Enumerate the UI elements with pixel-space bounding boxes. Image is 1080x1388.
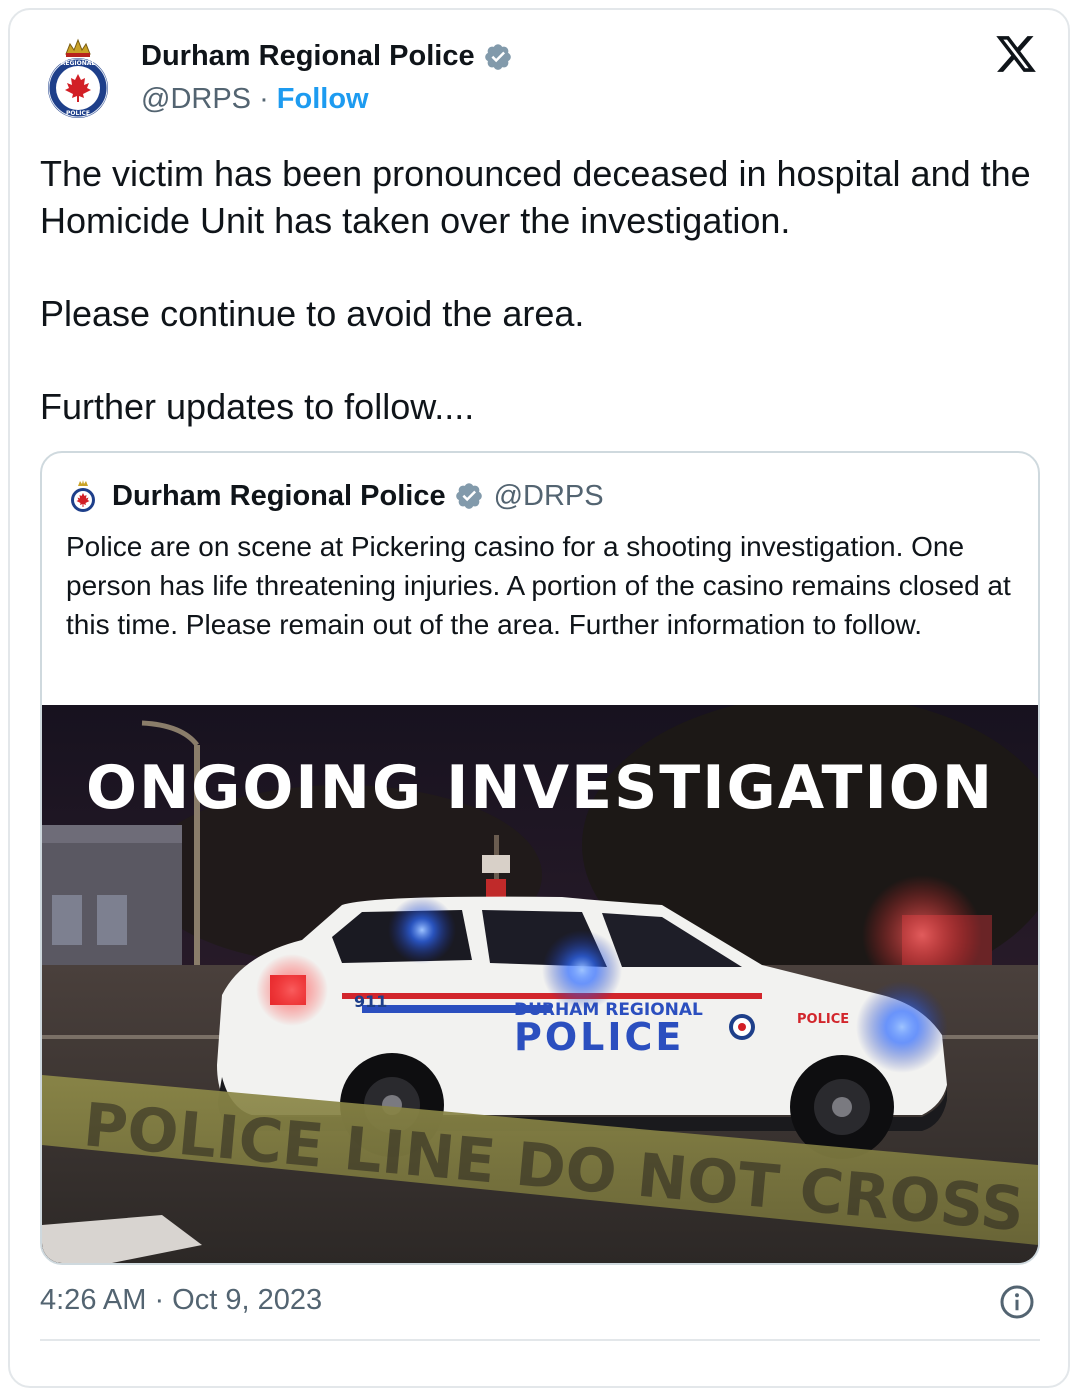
svg-text:POLICE: POLICE xyxy=(66,110,90,117)
svg-text:REGIONAL: REGIONAL xyxy=(61,60,96,67)
tweet-timestamp[interactable]: 4:26 AM · Oct 9, 2023 xyxy=(40,1284,322,1317)
tweet-header: REGIONAL POLICE Durham Regional Police @… xyxy=(44,28,1044,128)
car-number-text: 911 xyxy=(354,992,387,1011)
quoted-tweet-text: Police are on scene at Pickering casino … xyxy=(66,531,1011,640)
author-handle[interactable]: @DRPS xyxy=(141,83,251,115)
quoted-tweet-image[interactable]: DURHAM REGIONAL POLICE POLICE 911 POLICE… xyxy=(42,705,1038,1263)
footer-divider xyxy=(40,1339,1040,1341)
tweet-paragraph: The victim has been pronounced deceased … xyxy=(40,153,1031,241)
police-crest-icon xyxy=(71,480,95,512)
x-logo-icon[interactable] xyxy=(994,32,1038,76)
police-crest-icon[interactable]: REGIONAL POLICE xyxy=(44,36,112,120)
handle-row: @DRPS · Follow xyxy=(141,83,369,116)
car-fender-text: POLICE xyxy=(797,1012,849,1027)
image-headline: ONGOING INVESTIGATION xyxy=(85,753,995,823)
handle-separator: · xyxy=(251,83,277,115)
quoted-author-handle: @DRPS xyxy=(493,479,604,512)
tweet-paragraph: Please continue to avoid the area. xyxy=(40,293,585,334)
quoted-tweet[interactable]: Durham Regional Police @DRPS Police are … xyxy=(40,451,1040,1265)
verified-badge-icon xyxy=(455,483,482,509)
car-door-text-2: POLICE xyxy=(514,1015,684,1059)
author-name-row[interactable]: Durham Regional Police xyxy=(141,40,513,73)
quoted-author-name: Durham Regional Police xyxy=(112,479,446,512)
info-icon[interactable] xyxy=(999,1284,1035,1320)
tweet-body: The victim has been pronounced deceased … xyxy=(40,150,1040,430)
author-name[interactable]: Durham Regional Police xyxy=(141,40,475,73)
tweet-paragraph: Further updates to follow.... xyxy=(40,386,475,427)
quoted-tweet-header: Durham Regional Police @DRPS xyxy=(68,479,604,513)
verified-badge-icon xyxy=(484,43,511,70)
follow-button[interactable]: Follow xyxy=(277,83,369,115)
